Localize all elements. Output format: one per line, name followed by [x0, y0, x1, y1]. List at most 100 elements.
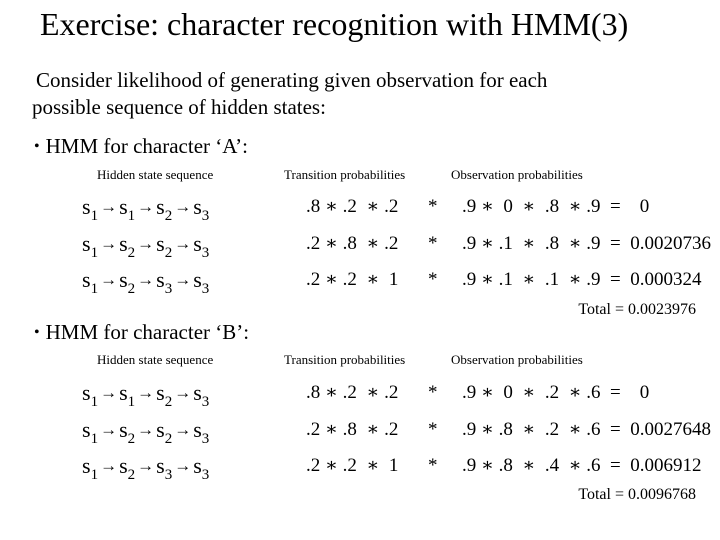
state: s2 [156, 417, 173, 447]
arrow-icon: → [137, 456, 155, 475]
bullet-icon: • [34, 138, 40, 155]
state: s2 [119, 267, 136, 297]
state: s1 [82, 453, 99, 483]
observation-probabilities: .9 ∗ 0 ∗ .2 ∗ .6 = 0 [462, 382, 650, 403]
state-index: 1 [90, 467, 99, 483]
transition-probabilities: .8 ∗ .2 ∗ .2 [306, 382, 399, 403]
arrow-icon: → [100, 420, 118, 439]
state: s3 [193, 267, 210, 297]
state: s1 [82, 267, 99, 297]
state: s3 [193, 417, 210, 447]
transition-probabilities: .2 ∗ .2 ∗ 1 [306, 269, 399, 290]
multiply-icon: * [428, 419, 438, 440]
section-b-title: HMM for character ‘B’: [45, 320, 250, 344]
state-index: 3 [164, 281, 173, 297]
total-label: Total [578, 301, 611, 318]
state: s3 [193, 231, 210, 261]
section-a-title: HMM for character ‘A’: [45, 134, 248, 158]
arrow-icon: → [137, 270, 155, 289]
state-index: 2 [127, 281, 136, 297]
intro-line-2: possible sequence of hidden states: [32, 95, 326, 119]
arrow-icon: → [174, 234, 192, 253]
bullet-icon: • [34, 324, 40, 341]
state-index: 1 [90, 394, 99, 410]
state: s3 [156, 453, 173, 483]
section-a-total: Total = 0.0023976 [578, 300, 696, 320]
arrow-icon: → [137, 383, 155, 402]
col-header-transition-b: Transition probabilities [284, 352, 406, 367]
state-sequence: s1 →s2 →s2 →s3 [82, 231, 210, 261]
state: s3 [193, 453, 210, 483]
observation-probabilities: .9 ∗ .8 ∗ .2 ∗ .6 = 0.0027648 [462, 419, 711, 440]
transition-probabilities: .8 ∗ .2 ∗ .2 [306, 196, 399, 217]
total-value: = 0.0023976 [614, 301, 696, 318]
arrow-icon: → [100, 456, 118, 475]
state-index: 1 [90, 281, 99, 297]
observation-probabilities: .9 ∗ .1 ∗ .8 ∗ .9 = 0.0020736 [462, 233, 711, 254]
state: s1 [119, 380, 136, 410]
multiply-icon: * [428, 382, 438, 403]
state-sequence: s1 →s2 →s2 →s3 [82, 417, 210, 447]
state-index: 1 [127, 394, 136, 410]
state-index: 2 [127, 431, 136, 447]
state-index: 3 [201, 467, 210, 483]
state: s2 [156, 231, 173, 261]
state: s2 [119, 417, 136, 447]
multiply-icon: * [428, 269, 438, 290]
state: s2 [119, 231, 136, 261]
state-index: 1 [90, 245, 99, 261]
state: s2 [156, 194, 173, 224]
col-header-sequence-a: Hidden state sequence [97, 167, 214, 182]
state: s3 [156, 267, 173, 297]
state-index: 2 [127, 245, 136, 261]
col-header-observation-b: Observation probabilities [451, 352, 583, 367]
state-sequence: s1 →s2 →s3 →s3 [82, 453, 210, 483]
arrow-icon: → [100, 270, 118, 289]
state: s1 [119, 194, 136, 224]
col-header-transition-a: Transition probabilities [284, 167, 406, 182]
arrow-icon: → [174, 420, 192, 439]
observation-probabilities: .9 ∗ 0 ∗ .8 ∗ .9 = 0 [462, 196, 650, 217]
transition-probabilities: .2 ∗ .8 ∗ .2 [306, 233, 399, 254]
slide-title: Exercise: character recognition with HMM… [40, 6, 629, 42]
state: s1 [82, 194, 99, 224]
state: s1 [82, 417, 99, 447]
arrow-icon: → [174, 456, 192, 475]
intro-line-1: Consider likelihood of generating given … [36, 68, 548, 92]
arrow-icon: → [100, 383, 118, 402]
multiply-icon: * [428, 196, 438, 217]
state-index: 1 [127, 208, 136, 224]
col-header-observation-a: Observation probabilities [451, 167, 583, 182]
arrow-icon: → [100, 234, 118, 253]
multiply-icon: * [428, 455, 438, 476]
section-a-heading: • HMM for character ‘A’: [34, 133, 248, 162]
total-value: = 0.0096768 [614, 486, 696, 503]
arrow-icon: → [137, 197, 155, 216]
arrow-icon: → [174, 197, 192, 216]
state-index: 3 [201, 394, 210, 410]
state-sequence: s1 →s1 →s2 →s3 [82, 194, 210, 224]
state-index: 2 [164, 208, 173, 224]
state-index: 2 [127, 467, 136, 483]
arrow-icon: → [100, 197, 118, 216]
state: s1 [82, 380, 99, 410]
col-header-sequence-b: Hidden state sequence [97, 352, 214, 367]
state: s3 [193, 194, 210, 224]
total-label: Total [578, 486, 611, 503]
observation-probabilities: .9 ∗ .1 ∗ .1 ∗ .9 = 0.000324 [462, 269, 702, 290]
state-index: 3 [201, 281, 210, 297]
arrow-icon: → [137, 420, 155, 439]
state: s2 [119, 453, 136, 483]
state: s2 [156, 380, 173, 410]
arrow-icon: → [174, 383, 192, 402]
state: s1 [82, 231, 99, 261]
observation-probabilities: .9 ∗ .8 ∗ .4 ∗ .6 = 0.006912 [462, 455, 702, 476]
state-index: 3 [201, 245, 210, 261]
state-index: 1 [90, 208, 99, 224]
state-index: 2 [164, 245, 173, 261]
state-index: 1 [90, 431, 99, 447]
section-b-heading: • HMM for character ‘B’: [34, 319, 249, 348]
multiply-icon: * [428, 233, 438, 254]
arrow-icon: → [137, 234, 155, 253]
state-index: 3 [201, 208, 210, 224]
